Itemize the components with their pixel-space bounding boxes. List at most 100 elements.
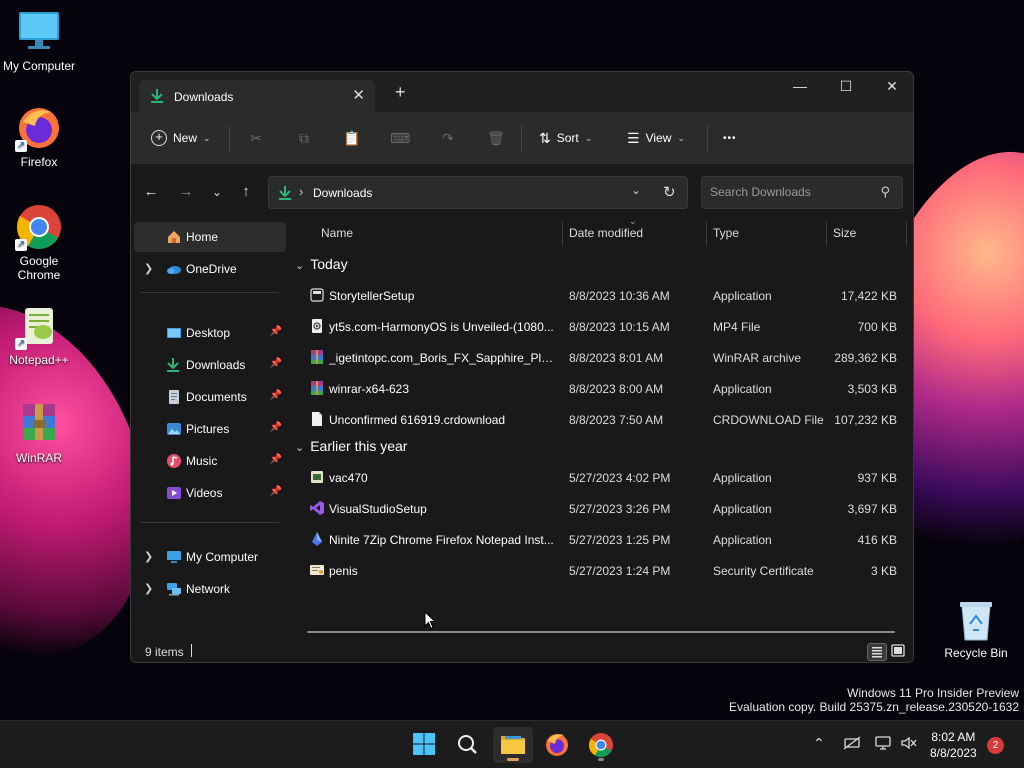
chevron-down-icon[interactable]: ⌄ (295, 260, 304, 272)
desktop-icon-recycle-bin[interactable]: Recycle Bin (940, 598, 1012, 660)
file-row-visualstudiosetup[interactable]: VisualStudioSetup 5/27/2023 3:26 PM Appl… (301, 493, 905, 524)
desktop-icon-firefox[interactable]: ↗ Firefox (0, 104, 78, 169)
column-divider[interactable] (706, 222, 707, 246)
file-size: 17,422 KB (840, 289, 897, 303)
sort-button[interactable]: ⇅ Sort ⌄ (539, 126, 592, 150)
file-row-ninite[interactable]: Ninite 7Zip Chrome Firefox Notepad Inst.… (301, 524, 905, 555)
desktop-icon-chrome[interactable]: ↗ Google Chrome (0, 203, 78, 282)
refresh-icon[interactable]: ↻ (663, 183, 676, 201)
pin-icon[interactable]: 📌 (270, 422, 282, 433)
forward-button[interactable]: → (176, 182, 196, 202)
horizontal-scrollbar[interactable] (307, 631, 895, 633)
file-row-sapphire-archive[interactable]: _igetintopc.com_Boris_FX_Sapphire_Plug..… (301, 342, 905, 373)
file-row-harmonyos-video[interactable]: yt5s.com-HarmonyOS is Unveiled-(1080... … (301, 311, 905, 342)
file-size: 289,362 KB (834, 351, 897, 365)
file-type: WinRAR archive (713, 351, 802, 365)
recycle-bin-icon (956, 598, 996, 642)
tiles-view-button[interactable] (889, 643, 909, 661)
desktop-icon-my-computer[interactable]: My Computer (0, 8, 78, 73)
close-window-button[interactable]: ✕ (869, 72, 913, 102)
tab-downloads[interactable]: Downloads ✕ (139, 80, 375, 112)
file-row-certificate[interactable]: penis 5/27/2023 1:24 PM Security Certifi… (301, 555, 905, 586)
system-clock[interactable]: 8:02 AM 8/8/2023 (930, 729, 977, 761)
nav-item-pictures[interactable]: Pictures 📌 (134, 414, 286, 444)
group-header-today[interactable]: ⌄ Today (295, 256, 348, 272)
paste-icon[interactable]: 📋 (342, 128, 362, 148)
minimize-button[interactable]: — (777, 72, 823, 102)
column-header-type[interactable]: Type (713, 226, 739, 240)
recent-locations-button[interactable]: ⌄ (207, 182, 227, 202)
back-button[interactable]: ← (141, 182, 161, 202)
start-button[interactable] (404, 727, 444, 763)
nav-item-music[interactable]: Music 📌 (134, 446, 286, 476)
delete-icon[interactable]: 🗑 (486, 128, 506, 148)
chevron-right-icon[interactable]: ❯ (144, 550, 153, 563)
file-name: _igetintopc.com_Boris_FX_Sapphire_Plug..… (329, 351, 555, 365)
breadcrumb-downloads[interactable]: Downloads (313, 186, 372, 200)
nav-item-videos[interactable]: Videos 📌 (134, 478, 286, 508)
taskbar-firefox[interactable] (537, 727, 577, 763)
search-box[interactable]: ⚲ (701, 176, 903, 209)
nav-item-home[interactable]: Home (134, 222, 286, 252)
search-input[interactable] (710, 185, 870, 199)
file-row-storytellersetup[interactable]: StorytellerSetup 8/8/2023 10:36 AM Appli… (301, 280, 905, 311)
rename-icon[interactable]: ⌨ (390, 128, 410, 148)
taskbar-chrome[interactable] (581, 727, 621, 763)
desktop-icon-winrar[interactable]: WinRAR (0, 400, 78, 465)
list-view-icon: ☰ (627, 129, 640, 146)
navigation-pane: Home ❯ OneDrive Desktop 📌 Downloads 📌 Do… (131, 216, 289, 640)
network-disconnected-icon[interactable] (843, 735, 861, 754)
cut-icon[interactable]: ✂ (246, 128, 266, 148)
column-header-date[interactable]: Date modified (569, 226, 643, 240)
nav-item-network[interactable]: ❯ Network (134, 574, 286, 604)
share-icon[interactable]: ↷ (438, 128, 458, 148)
column-divider[interactable] (906, 222, 907, 246)
nav-item-downloads[interactable]: Downloads 📌 (134, 350, 286, 380)
copy-icon[interactable]: ⧉ (294, 128, 314, 148)
volume-muted-icon[interactable] (900, 735, 918, 754)
show-hidden-icons-chevron-up-icon[interactable]: ⌃ (813, 735, 825, 752)
nav-item-documents[interactable]: Documents 📌 (134, 382, 286, 412)
column-header-name[interactable]: Name (321, 226, 353, 240)
close-icon[interactable]: ✕ (352, 86, 365, 104)
notification-badge[interactable]: 2 (987, 737, 1004, 754)
nav-item-onedrive[interactable]: ❯ OneDrive (134, 254, 286, 284)
search-icon[interactable]: ⚲ (880, 184, 890, 200)
chevron-down-icon[interactable]: ⌄ (295, 442, 304, 454)
nav-item-my-computer[interactable]: ❯ My Computer (134, 542, 286, 572)
maximize-button[interactable]: ☐ (823, 72, 869, 102)
address-dropdown-icon[interactable]: ⌄ (631, 183, 641, 197)
column-divider[interactable] (826, 222, 827, 246)
file-size: 3,503 KB (847, 382, 897, 396)
taskbar-search-button[interactable] (448, 727, 488, 763)
address-bar[interactable]: › Downloads ⌄ ↻ (268, 176, 688, 209)
taskbar-file-explorer[interactable] (493, 727, 533, 763)
shortcut-arrow-icon: ↗ (15, 338, 27, 350)
file-row-crdownload[interactable]: Unconfirmed 616919.crdownload 8/8/2023 7… (301, 404, 905, 435)
up-button[interactable]: ↑ (236, 182, 256, 202)
details-view-button[interactable] (867, 643, 887, 661)
desktop-icon-notepadpp[interactable]: ↗ Notepad++ (0, 302, 78, 367)
nav-item-label: Music (186, 454, 218, 468)
chevron-right-icon[interactable]: ❯ (144, 262, 153, 275)
file-row-vac470[interactable]: vac470 5/27/2023 4:02 PM Application 937… (301, 462, 905, 493)
column-header-size[interactable]: Size (833, 226, 856, 240)
download-arrow-icon (166, 357, 182, 373)
group-header-earlier-this-year[interactable]: ⌄ Earlier this year (295, 438, 407, 454)
file-row-winrar-installer[interactable]: winrar-x64-623 8/8/2023 8:00 AM Applicat… (301, 373, 905, 404)
more-options-button[interactable]: ••• (723, 126, 737, 150)
column-divider[interactable] (562, 222, 563, 246)
new-tab-button[interactable]: + (395, 83, 406, 101)
pin-icon[interactable]: 📌 (270, 486, 282, 497)
chevron-right-icon[interactable]: ❯ (144, 582, 153, 595)
nav-item-desktop[interactable]: Desktop 📌 (134, 318, 286, 348)
new-button[interactable]: + New ⌄ (151, 126, 211, 150)
pin-icon[interactable]: 📌 (270, 454, 282, 465)
pin-icon[interactable]: 📌 (270, 326, 282, 337)
view-button[interactable]: ☰ View ⌄ (627, 126, 685, 150)
display-icon[interactable] (874, 735, 892, 754)
pin-icon[interactable]: 📌 (270, 390, 282, 401)
pin-icon[interactable]: 📌 (270, 358, 282, 369)
title-bar[interactable]: Downloads ✕ + — ☐ ✕ (131, 72, 913, 112)
breadcrumb-separator[interactable]: › (299, 184, 303, 199)
